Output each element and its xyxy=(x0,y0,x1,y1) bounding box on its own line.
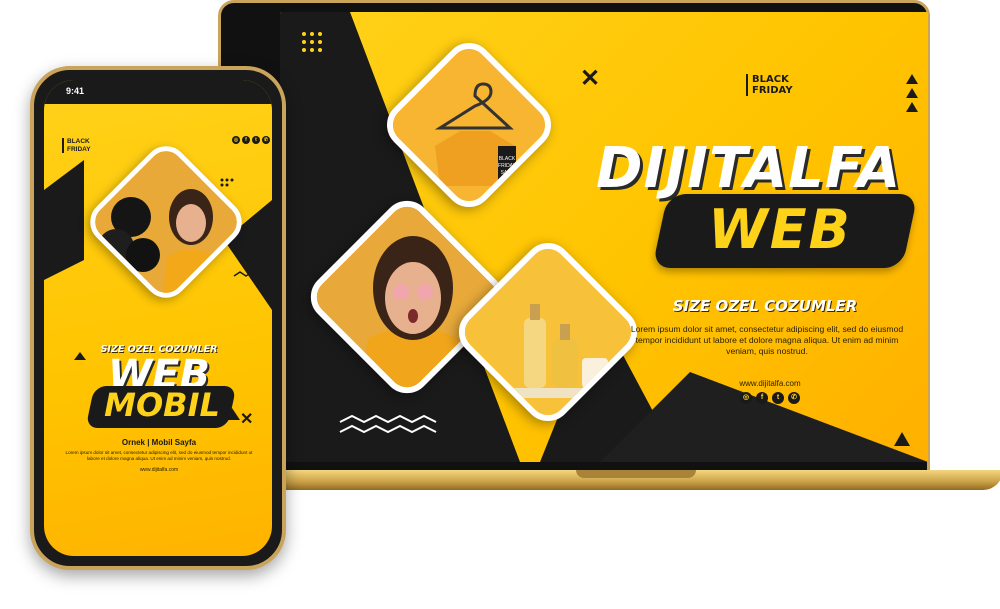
badge-line-2: FRIDAY xyxy=(752,85,793,96)
facebook-icon[interactable]: f xyxy=(756,392,768,404)
black-friday-badge: BLACK FRIDAY xyxy=(746,74,794,96)
triangle-decoration-icon xyxy=(906,102,918,112)
web-title: WEB xyxy=(708,198,852,261)
description-text: Lorem ipsum dolor sit amet, consectetur … xyxy=(65,450,253,461)
tag-line-1: BLACK xyxy=(499,156,516,162)
black-friday-badge: BLACK FRIDAY xyxy=(62,138,98,153)
tag-line-2: FRIDAY xyxy=(498,163,517,169)
website-url: www.dijitalfa.com xyxy=(139,467,179,473)
badge-line-1: BLACK xyxy=(752,74,789,85)
twitter-icon[interactable]: t xyxy=(772,392,784,404)
phone-screen: 9:41 ✕ BLACK FRIDAY ◎ f t ✆ SIZE OZEL CO… xyxy=(44,80,272,556)
svg-text:✕: ✕ xyxy=(240,411,253,428)
mobil-title: MOBIL xyxy=(104,386,220,424)
whatsapp-icon[interactable]: ✆ xyxy=(262,136,270,144)
instagram-icon[interactable]: ◎ xyxy=(232,136,240,144)
phone-mockup: 9:41 ✕ BLACK FRIDAY ◎ f t ✆ SIZE OZEL CO… xyxy=(30,66,286,570)
social-icons: ◎ f t ✆ xyxy=(740,392,800,404)
laptop-base xyxy=(258,470,1000,490)
page-caption: Ornek | Mobil Sayfa xyxy=(121,438,197,447)
twitter-icon[interactable]: t xyxy=(252,136,260,144)
whatsapp-icon[interactable]: ✆ xyxy=(788,392,800,404)
laptop-mockup: ✕ BLACK FRIDAY BLACK FRIDAY SALE DIJITAL… xyxy=(218,0,1000,500)
laptop-screen: ✕ BLACK FRIDAY BLACK FRIDAY SALE DIJITAL… xyxy=(280,12,928,462)
facebook-icon[interactable]: f xyxy=(242,136,250,144)
triangle-decoration-icon xyxy=(894,432,910,446)
close-x-decoration-icon: ✕ xyxy=(580,65,601,92)
brand-title: DIJITALFA xyxy=(596,136,902,201)
laptop-base-notch xyxy=(576,470,696,478)
triangle-decoration-icon xyxy=(906,74,918,84)
badge-line-1: BLACK xyxy=(67,138,90,145)
triangle-decoration-icon xyxy=(906,88,918,98)
description-text: Lorem ipsum dolor sit amet, consectetur … xyxy=(630,324,904,356)
tagline: SIZE OZEL COZUMLER xyxy=(672,297,858,315)
instagram-icon[interactable]: ◎ xyxy=(740,392,752,404)
social-icons: ◎ f t ✆ xyxy=(232,136,270,144)
website-url: www.dijitalfa.com xyxy=(739,379,801,388)
badge-line-2: FRIDAY xyxy=(67,145,91,153)
